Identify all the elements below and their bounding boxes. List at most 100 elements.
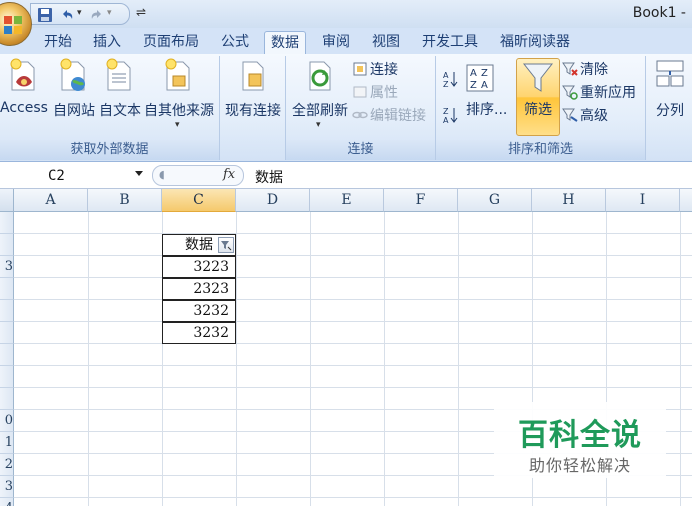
data-cell[interactable]: 2323 [162, 278, 236, 300]
redo-dropdown-icon[interactable]: ▾ [107, 8, 112, 18]
undo-icon[interactable] [59, 7, 75, 23]
row-header[interactable] [0, 212, 14, 234]
row-header[interactable] [0, 322, 14, 344]
ribbon: Access 自网站 自文本 自其他来源 ▾ 获取外部数据 现有连接 全部刷新 … [0, 54, 692, 162]
select-all-corner[interactable] [0, 189, 14, 212]
redo-icon[interactable] [89, 7, 105, 23]
watermark-title: 百科全说 [518, 418, 642, 453]
column-header[interactable]: A [14, 189, 88, 212]
gridline [88, 212, 89, 506]
gridline [14, 255, 692, 256]
reapply-button[interactable]: 重新应用 [562, 83, 636, 103]
filter-funnel-icon [522, 63, 554, 92]
svg-text:Z: Z [443, 80, 449, 88]
connections-icon [353, 62, 367, 76]
properties-icon [353, 86, 367, 98]
customize-qat-icon[interactable]: ⇌ [136, 5, 146, 19]
tab-insert[interactable]: 插入 [87, 31, 127, 54]
column-header[interactable]: H [532, 189, 606, 212]
advanced-button[interactable]: 高级 [562, 106, 608, 126]
svg-text:Z: Z [470, 80, 477, 91]
formula-expand-icon[interactable]: ◖ [159, 168, 165, 181]
group-existing-connections: 现有连接 [220, 56, 286, 160]
filter-button[interactable]: 筛选 [516, 58, 560, 136]
row-header[interactable]: 2 [0, 454, 14, 476]
gridline [458, 212, 459, 506]
sort-button[interactable]: 排序... [466, 100, 507, 120]
data-cell[interactable]: 3223 [162, 256, 236, 278]
access-button[interactable]: Access [0, 58, 48, 134]
text-to-columns-button[interactable]: 分列 [650, 58, 690, 134]
column-header[interactable]: B [88, 189, 162, 212]
tab-page-layout[interactable]: 页面布局 [137, 31, 205, 54]
row-header[interactable]: 0 [0, 410, 14, 432]
from-web-button[interactable]: 自网站 [50, 58, 98, 134]
office-logo-icon [4, 16, 22, 34]
quick-access-toolbar: ▾ ▾ [30, 3, 130, 25]
sort-dialog-icon-button[interactable]: AZZA [466, 64, 496, 92]
web-page-icon [60, 58, 85, 91]
formula-input[interactable]: 数据 [255, 167, 283, 187]
tab-formulas[interactable]: 公式 [215, 31, 255, 54]
properties-button[interactable]: 属性 [352, 83, 398, 103]
gridline [14, 343, 692, 344]
group-connections: 全部刷新 ▾ 连接 属性 编辑链接 连接 [286, 56, 436, 160]
group-label: 获取外部数据 [0, 140, 219, 160]
data-cell[interactable]: 3232 [162, 322, 236, 344]
name-box[interactable]: C2 [0, 166, 150, 186]
sort-descending-button[interactable]: ZA [442, 106, 462, 126]
gridline [14, 365, 692, 366]
sort-ascending-button[interactable]: AZ [442, 70, 462, 90]
existing-connections-button[interactable]: 现有连接 [222, 58, 284, 134]
row-header[interactable]: 3 [0, 256, 14, 278]
refresh-all-button[interactable]: 全部刷新 ▾ [288, 58, 352, 134]
reapply-icon [562, 85, 578, 100]
svg-text:Z: Z [481, 68, 488, 79]
column-header[interactable]: E [310, 189, 384, 212]
tab-review[interactable]: 审阅 [316, 31, 356, 54]
advanced-filter-icon [562, 108, 578, 122]
clear-button[interactable]: 清除 [562, 60, 608, 80]
column-header[interactable]: D [236, 189, 310, 212]
column-header[interactable]: G [458, 189, 532, 212]
access-icon [10, 58, 35, 91]
data-cell[interactable]: 3232 [162, 300, 236, 322]
gridline [14, 233, 692, 234]
row-header[interactable] [0, 366, 14, 388]
svg-text:A: A [443, 116, 449, 124]
svg-text:A: A [443, 71, 449, 80]
edit-links-button[interactable]: 编辑链接 [352, 106, 426, 126]
column-header[interactable]: I [606, 189, 680, 212]
insert-function-icon[interactable]: fx [223, 167, 235, 182]
dropdown-arrow-icon: ▾ [316, 120, 321, 130]
row-header[interactable]: 4 [0, 498, 14, 506]
row-header[interactable] [0, 344, 14, 366]
group-get-external-data: Access 自网站 自文本 自其他来源 ▾ 获取外部数据 [0, 56, 220, 160]
tab-home[interactable]: 开始 [38, 31, 78, 54]
group-label: 排序和筛选 [436, 140, 645, 160]
row-header[interactable] [0, 388, 14, 410]
from-other-sources-button[interactable]: 自其他来源 ▾ [143, 58, 215, 134]
column-header[interactable]: F [384, 189, 458, 212]
row-header[interactable] [0, 300, 14, 322]
undo-dropdown-icon[interactable]: ▾ [77, 8, 82, 18]
refresh-icon [309, 61, 331, 91]
save-icon[interactable] [37, 7, 53, 23]
tab-view[interactable]: 视图 [366, 31, 406, 54]
tab-data[interactable]: 数据 [264, 31, 306, 54]
name-box-dropdown-icon[interactable] [135, 171, 143, 176]
autofilter-dropdown-button[interactable] [218, 237, 234, 253]
row-header[interactable]: 1 [0, 432, 14, 454]
tab-foxit-reader[interactable]: 福昕阅读器 [494, 31, 576, 54]
gridline [310, 212, 311, 506]
row-header[interactable]: 3 [0, 476, 14, 498]
from-text-button[interactable]: 自文本 [98, 58, 142, 134]
column-header-partial[interactable] [680, 189, 692, 212]
gridline [236, 212, 237, 506]
group-data-tools: 分列 [646, 56, 692, 160]
tab-developer[interactable]: 开发工具 [416, 31, 484, 54]
row-header[interactable] [0, 234, 14, 256]
connections-button[interactable]: 连接 [352, 60, 398, 80]
row-header[interactable] [0, 278, 14, 300]
column-header-selected[interactable]: C [162, 189, 236, 212]
